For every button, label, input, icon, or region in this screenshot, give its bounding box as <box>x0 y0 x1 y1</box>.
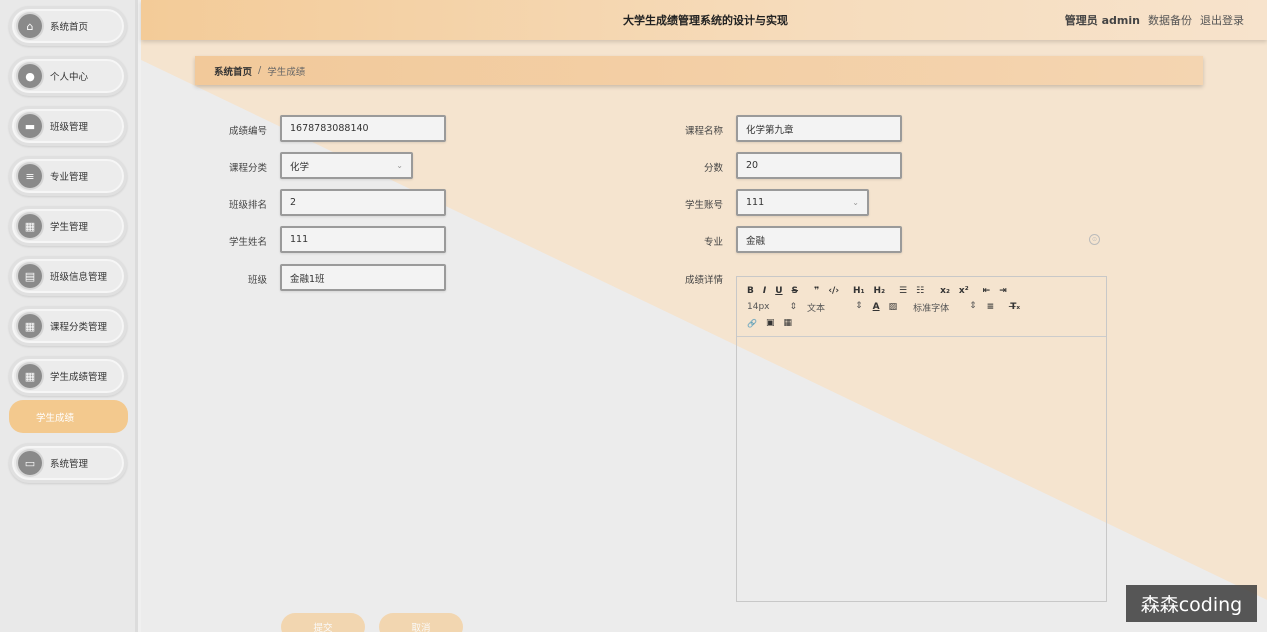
superscript-button[interactable]: x² <box>959 286 969 296</box>
student-name-input[interactable]: 111 <box>280 226 446 253</box>
select-arrows-icon: ⇕ <box>855 300 863 311</box>
sidebar-item-profile[interactable]: ● 个人中心 <box>9 56 127 96</box>
strike-button[interactable]: S <box>792 286 798 296</box>
sidebar-item-label: 系统管理 <box>50 459 89 470</box>
sidebar-item-label: 系统首页 <box>50 22 89 33</box>
major-input[interactable]: 金融 <box>736 226 902 253</box>
chevron-down-icon: ⌄ <box>852 198 859 207</box>
course-name-label: 课程名称 <box>684 126 723 137</box>
breadcrumb-separator: / <box>258 65 262 76</box>
course-category-select[interactable]: 化学 ⌄ <box>280 152 413 179</box>
sidebar-item-class-info[interactable]: ▤ 班级信息管理 <box>9 256 127 296</box>
bold-button[interactable]: B <box>747 286 754 296</box>
app-title: 大学生成绩管理系统的设计与实现 <box>623 14 788 27</box>
sidebar-item-label: 学生成绩管理 <box>50 372 108 383</box>
submit-button[interactable]: 提交 <box>281 613 365 632</box>
text-type-select[interactable]: 文本 ⇕ <box>807 301 863 314</box>
header-actions: 管理员 admin 数据备份 退出登录 <box>1065 12 1244 28</box>
class-rank-input[interactable]: 2 <box>280 189 446 216</box>
rich-text-editor: B I U S ❞ ‹/› H₁ H₂ ☰ ☷ x₂ x² ⇤ ⇥ 14px ⇕… <box>736 276 1107 602</box>
underline-button[interactable]: U <box>775 286 782 296</box>
detail-label: 成绩详情 <box>684 275 723 286</box>
select-arrows-icon: ⇕ <box>789 302 798 312</box>
sidebar-item-class[interactable]: ▬ 班级管理 <box>9 106 127 146</box>
sidebar-item-course-category[interactable]: ▦ 课程分类管理 <box>9 306 127 346</box>
font-color-button[interactable]: A <box>873 302 880 312</box>
current-user: 管理员 admin <box>1064 14 1140 27</box>
font-size-select[interactable]: 14px ⇕ <box>747 302 797 312</box>
sidebar-item-system[interactable]: ▭ 系统管理 <box>9 443 127 483</box>
sidebar-item-label: 学生管理 <box>50 222 89 233</box>
class-rank-label: 班级排名 <box>228 200 267 211</box>
heading1-button[interactable]: H₁ <box>853 286 864 296</box>
top-header: 大学生成绩管理系统的设计与实现 管理员 admin 数据备份 退出登录 <box>141 0 1267 40</box>
font-family-value: 标准字体 <box>913 303 950 314</box>
grid-icon: ▦ <box>18 364 42 388</box>
sidebar: ⌂ 系统首页 ● 个人中心 ▬ 班级管理 ≡ 专业管理 ▦ 学生管理 ▤ 班级信… <box>0 0 138 632</box>
blockquote-button[interactable]: ❞ <box>814 286 819 296</box>
logout-link[interactable]: 退出登录 <box>1200 12 1244 28</box>
breadcrumb-current: 学生成绩 <box>267 66 306 78</box>
clear-icon[interactable]: ⊙ <box>1089 234 1100 245</box>
monitor-icon: ▭ <box>18 451 42 475</box>
select-arrows-icon: ⇕ <box>969 300 977 311</box>
editor-content-area[interactable] <box>737 337 1106 601</box>
student-name-label: 学生姓名 <box>228 237 267 248</box>
breadcrumb: 系统首页 / 学生成绩 <box>195 56 1203 85</box>
sidebar-item-label: 班级信息管理 <box>50 272 108 283</box>
document-icon: ▤ <box>18 264 42 288</box>
link-button[interactable]: 🔗 <box>747 319 757 328</box>
student-account-value: 111 <box>746 197 765 208</box>
cancel-button[interactable]: 取消 <box>379 613 463 632</box>
font-family-select[interactable]: 标准字体 ⇕ <box>913 301 977 314</box>
editor-toolbar: B I U S ❞ ‹/› H₁ H₂ ☰ ☷ x₂ x² ⇤ ⇥ 14px ⇕… <box>737 277 1106 337</box>
sidebar-item-home[interactable]: ⌂ 系统首页 <box>9 6 127 46</box>
home-icon: ⌂ <box>18 14 42 38</box>
student-account-select[interactable]: 111 ⌄ <box>736 189 869 216</box>
course-category-value: 化学 <box>290 161 310 173</box>
grid-icon: ▦ <box>18 314 42 338</box>
heading2-button[interactable]: H₂ <box>874 286 885 296</box>
sidebar-item-label: 专业管理 <box>50 172 89 183</box>
chat-icon: ▬ <box>18 114 42 138</box>
course-category-label: 课程分类 <box>228 163 267 174</box>
watermark: 森森coding <box>1126 585 1257 622</box>
class-label: 班级 <box>247 275 267 286</box>
image-button[interactable]: ▣ <box>766 318 775 328</box>
list-icon: ≡ <box>18 164 42 188</box>
score-no-input[interactable]: 1678783088140 <box>280 115 446 142</box>
bullet-list-button[interactable]: ☷ <box>916 286 924 296</box>
sidebar-item-major[interactable]: ≡ 专业管理 <box>9 156 127 196</box>
user-icon: ● <box>18 64 42 88</box>
student-account-label: 学生账号 <box>684 200 723 211</box>
sidebar-item-label: 个人中心 <box>50 72 89 83</box>
score-no-label: 成绩编号 <box>228 126 267 137</box>
score-input[interactable]: 20 <box>736 152 902 179</box>
font-size-value: 14px <box>747 302 770 312</box>
indent-button[interactable]: ⇥ <box>999 286 1007 296</box>
italic-button[interactable]: I <box>763 286 766 296</box>
ordered-list-button[interactable]: ☰ <box>899 286 907 296</box>
align-button[interactable]: ≡ <box>987 302 995 312</box>
backup-link[interactable]: 数据备份 <box>1148 12 1192 28</box>
code-block-button[interactable]: ‹/› <box>828 286 839 296</box>
breadcrumb-home[interactable]: 系统首页 <box>214 64 252 78</box>
outdent-button[interactable]: ⇤ <box>983 286 991 296</box>
clear-format-button[interactable]: T̶ₓ <box>1010 302 1020 312</box>
sidebar-item-label: 班级管理 <box>50 122 89 133</box>
sidebar-item-label: 课程分类管理 <box>50 322 108 333</box>
class-input[interactable]: 金融1班 <box>280 264 446 291</box>
major-label: 专业 <box>703 237 723 248</box>
video-button[interactable]: ▦ <box>783 318 792 328</box>
sidebar-subitem-student-scores[interactable]: 学生成绩 <box>9 400 128 433</box>
score-label: 分数 <box>703 163 723 174</box>
course-name-input[interactable]: 化学第九章 <box>736 115 902 142</box>
background-color-button[interactable]: ▨ <box>889 302 898 312</box>
chevron-down-icon: ⌄ <box>396 161 403 170</box>
subscript-button[interactable]: x₂ <box>940 286 950 296</box>
text-type-value: 文本 <box>807 303 826 314</box>
sidebar-item-students[interactable]: ▦ 学生管理 <box>9 206 127 246</box>
grid-icon: ▦ <box>18 214 42 238</box>
sidebar-item-scores[interactable]: ▦ 学生成绩管理 <box>9 356 127 396</box>
